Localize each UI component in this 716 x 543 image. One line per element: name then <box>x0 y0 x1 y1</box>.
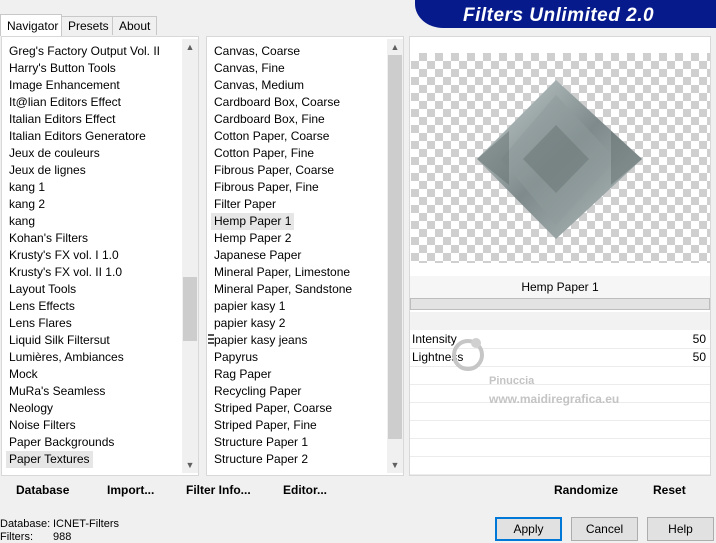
filter-item[interactable]: Mineral Paper, Limestone <box>214 264 350 281</box>
status-filters-value: 988 <box>53 531 72 543</box>
filter-item[interactable]: Papyrus <box>214 349 258 366</box>
category-item[interactable]: Noise Filters <box>9 417 76 434</box>
category-item[interactable]: Paper Textures <box>6 451 93 468</box>
filter-item[interactable]: Striped Paper, Fine <box>214 417 317 434</box>
banner-title: Filters Unlimited 2.0 <box>463 5 655 26</box>
filter-item[interactable]: Cotton Paper, Coarse <box>214 128 329 145</box>
filter-item[interactable]: papier kasy 1 <box>214 298 285 315</box>
tab-about[interactable]: About <box>112 16 157 35</box>
category-item[interactable]: Krusty's FX vol. II 1.0 <box>9 264 122 281</box>
watermark-name: Pinuccia <box>489 375 535 387</box>
filter-item[interactable]: Hemp Paper 1 <box>211 213 295 230</box>
param-spacer <box>410 312 710 330</box>
filter-item[interactable]: Cardboard Box, Coarse <box>214 94 340 111</box>
filter-item[interactable]: Mineral Paper, Sandstone <box>214 281 352 298</box>
filter-item[interactable]: Cardboard Box, Fine <box>214 111 325 128</box>
param-row-empty <box>410 421 710 439</box>
category-item[interactable]: Lumières, Ambiances <box>9 349 124 366</box>
category-item[interactable]: Kohan's Filters <box>9 230 88 247</box>
filter-item[interactable]: Striped Paper, Coarse <box>214 400 332 417</box>
tab-navigator[interactable]: Navigator <box>0 14 62 36</box>
category-item[interactable]: It@lian Editors Effect <box>9 94 121 111</box>
category-item[interactable]: Jeux de couleurs <box>9 145 100 162</box>
category-item[interactable]: Layout Tools <box>9 281 76 298</box>
scroll-up-icon[interactable]: ▲ <box>182 39 198 55</box>
filter-info-button[interactable]: Filter Info... <box>186 483 251 497</box>
filter-scrollbar[interactable]: ▲ ▼ <box>387 39 403 473</box>
category-item[interactable]: Italian Editors Effect <box>9 111 116 128</box>
filter-item[interactable]: Structure Paper 1 <box>214 434 308 451</box>
category-item[interactable]: Neology <box>9 400 53 417</box>
filter-item[interactable]: Canvas, Medium <box>214 77 304 94</box>
param-row-empty <box>410 457 710 475</box>
category-item[interactable]: Jeux de lignes <box>9 162 86 179</box>
watermark-logo-icon <box>448 333 488 373</box>
category-item[interactable]: Lens Flares <box>9 315 72 332</box>
category-item[interactable]: Liquid Silk Filtersut <box>9 332 110 349</box>
category-item[interactable]: Krusty's FX vol. I 1.0 <box>9 247 119 264</box>
category-scroll-thumb[interactable] <box>183 277 197 341</box>
filter-item[interactable]: Cotton Paper, Fine <box>214 145 314 162</box>
param-value[interactable]: 50 <box>693 331 706 348</box>
watermark-url: www.maidiregrafica.eu <box>489 392 620 406</box>
category-list[interactable]: Greg's Factory Output Vol. II Harry's But… <box>1 36 199 476</box>
help-button[interactable]: Help <box>647 517 714 541</box>
filter-item[interactable]: Structure Paper 2 <box>214 451 308 468</box>
category-item[interactable]: Italian Editors Generatore <box>9 128 146 145</box>
status-database-label: Database: <box>0 518 51 530</box>
category-item[interactable]: Greg's Factory Output Vol. II <box>9 43 160 60</box>
category-item[interactable]: Image Enhancement <box>9 77 120 94</box>
category-item[interactable]: kang <box>9 213 35 230</box>
param-value[interactable]: 50 <box>693 349 706 366</box>
tab-presets[interactable]: Presets <box>61 16 113 35</box>
category-item[interactable]: Lens Effects <box>9 298 75 315</box>
filter-item[interactable]: Fibrous Paper, Coarse <box>214 162 334 179</box>
category-item[interactable]: Mock <box>9 366 38 383</box>
randomize-button[interactable]: Randomize <box>554 483 618 497</box>
cancel-button[interactable]: Cancel <box>571 517 638 541</box>
reset-button[interactable]: Reset <box>653 483 686 497</box>
filter-item[interactable]: Canvas, Fine <box>214 60 285 77</box>
filter-item[interactable]: Hemp Paper 2 <box>214 230 291 247</box>
category-item[interactable]: Paper Backgrounds <box>9 434 114 451</box>
import-button[interactable]: Import... <box>107 483 154 497</box>
filter-item[interactable]: Japanese Paper <box>214 247 301 264</box>
editor-button[interactable]: Editor... <box>283 483 327 497</box>
status-database-value: ICNET-Filters <box>53 518 119 530</box>
drag-handle-icon[interactable] <box>208 334 214 344</box>
filter-item[interactable]: Filter Paper <box>214 196 276 213</box>
preview-image[interactable] <box>411 53 710 263</box>
filter-scroll-thumb[interactable] <box>388 55 402 439</box>
filter-item[interactable]: Rag Paper <box>214 366 271 383</box>
filter-item[interactable]: Canvas, Coarse <box>214 43 300 60</box>
category-item[interactable]: Harry's Button Tools <box>9 60 116 77</box>
param-row-empty <box>410 439 710 457</box>
scroll-down-icon[interactable]: ▼ <box>182 457 198 473</box>
filter-item[interactable]: papier kasy jeans <box>214 332 307 349</box>
scroll-down-icon[interactable]: ▼ <box>387 457 403 473</box>
filter-item[interactable]: Fibrous Paper, Fine <box>214 179 319 196</box>
status-filters-label: Filters: <box>0 531 33 543</box>
category-item[interactable]: kang 1 <box>9 179 45 196</box>
category-item[interactable]: kang 2 <box>9 196 45 213</box>
progress-bar <box>410 298 710 310</box>
category-scrollbar[interactable]: ▲ ▼ <box>182 39 198 473</box>
filter-name-label: Hemp Paper 1 <box>410 276 710 298</box>
filter-item[interactable]: Recycling Paper <box>214 383 301 400</box>
scroll-up-icon[interactable]: ▲ <box>387 39 403 55</box>
category-item[interactable]: MuRa's Seamless <box>9 383 105 400</box>
apply-button[interactable]: Apply <box>495 517 562 541</box>
filter-list[interactable]: Canvas, Coarse Canvas, Fine Canvas, Medium… <box>206 36 404 476</box>
database-button[interactable]: Database <box>16 483 69 497</box>
filter-item[interactable]: papier kasy 2 <box>214 315 285 332</box>
